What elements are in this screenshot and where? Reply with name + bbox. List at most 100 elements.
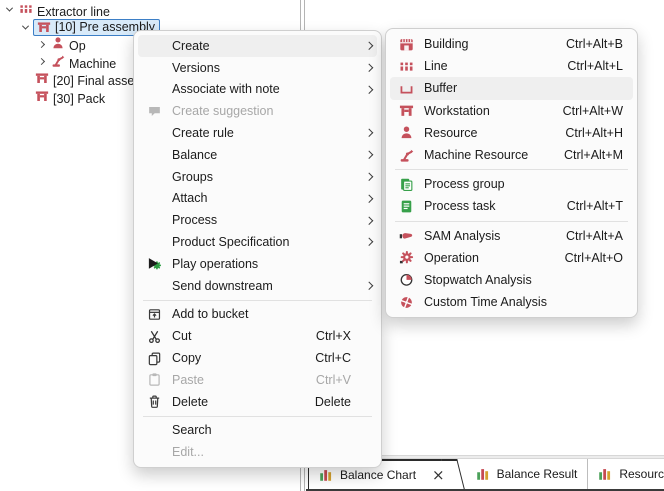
workstation-icon	[33, 70, 50, 86]
menu-item-label: SAM Analysis	[418, 229, 566, 243]
menu-item-label: Machine Resource	[418, 148, 564, 162]
menu-item-workstation[interactable]: WorkstationCtrl+Alt+W	[390, 100, 633, 122]
menu-item-label: Associate with note	[166, 82, 351, 96]
context-menu: Create Versions Associate with note Create …	[133, 30, 382, 468]
tree-item-label: [20] Final assem	[50, 74, 145, 88]
menu-item-process-group[interactable]: Process group	[390, 173, 633, 195]
chevron-right-icon[interactable]	[34, 42, 49, 47]
chevron-right-icon[interactable]	[34, 59, 49, 64]
suggestion-icon	[142, 104, 166, 119]
menu-item-cut[interactable]: CutCtrl+X	[138, 325, 377, 347]
menu-item-label: Play operations	[166, 257, 351, 271]
menu-item-label: Versions	[166, 61, 351, 75]
menu-item-operation[interactable]: OperationCtrl+Alt+O	[390, 247, 633, 269]
submenu-arrow-icon	[355, 43, 371, 49]
tab-label: Balance Chart	[340, 468, 416, 482]
menu-item-sam-analysis[interactable]: SAM AnalysisCtrl+Alt+A	[390, 225, 633, 247]
menu-item-shortcut: Ctrl+Alt+H	[565, 126, 627, 140]
menu-item-label: Building	[418, 37, 566, 51]
paste-icon	[142, 372, 166, 387]
close-icon[interactable]: ×	[430, 468, 447, 483]
menu-item-label: Resource	[418, 126, 565, 140]
menu-item-line[interactable]: LineCtrl+Alt+L	[390, 55, 633, 77]
tab-resource-assignmen[interactable]: Resource Assignmen	[588, 459, 664, 489]
menu-item-shortcut: Ctrl+Alt+O	[565, 251, 627, 265]
submenu-arrow-icon	[355, 196, 371, 202]
menu-item-shortcut: Ctrl+Alt+W	[563, 104, 627, 118]
menu-item-shortcut: Ctrl+C	[315, 351, 355, 365]
workstation-icon	[394, 103, 418, 118]
menu-item-label: Balance	[166, 148, 351, 162]
menu-item-resource[interactable]: ResourceCtrl+Alt+H	[390, 122, 633, 144]
menu-item-balance[interactable]: Balance	[138, 144, 377, 166]
menu-item-search[interactable]: Search	[138, 420, 377, 442]
menu-item-shortcut: Ctrl+Alt+A	[566, 229, 627, 243]
submenu-arrow-icon	[355, 152, 371, 158]
menu-item-label: Add to bucket	[166, 307, 351, 321]
menu-item-create-suggestion: Create suggestion	[138, 100, 377, 122]
process-group-icon	[394, 177, 418, 192]
menu-item-label: Search	[166, 423, 351, 437]
bucket-icon	[142, 307, 166, 322]
menu-item-label: Workstation	[418, 104, 563, 118]
menu-item-product-specification[interactable]: Product Specification	[138, 231, 377, 253]
menu-item-shortcut: Ctrl+Alt+B	[566, 37, 627, 51]
menu-item-label: Copy	[166, 351, 315, 365]
chevron-down-icon[interactable]	[2, 7, 17, 12]
menu-item-stopwatch-analysis[interactable]: Stopwatch Analysis	[390, 269, 633, 291]
menu-item-shortcut: Ctrl+Alt+M	[564, 148, 627, 162]
machine-icon	[394, 148, 418, 163]
menu-item-label: Buffer	[418, 81, 623, 95]
menu-item-groups[interactable]: Groups	[138, 166, 377, 188]
person-icon	[49, 35, 66, 51]
bar-chart-icon	[319, 468, 334, 483]
menu-item-add-to-bucket[interactable]: Add to bucket	[138, 304, 377, 326]
submenu-arrow-icon	[355, 239, 371, 245]
tab-balance-result[interactable]: Balance Result	[466, 459, 589, 489]
menu-item-versions[interactable]: Versions	[138, 57, 377, 79]
menu-item-shortcut: Delete	[315, 395, 355, 409]
chevron-down-icon[interactable]	[18, 25, 33, 30]
application-window: Extractor line[10] Pre assemblyOpMachine…	[0, 0, 664, 491]
delete-icon	[142, 394, 166, 409]
submenu-arrow-icon	[355, 174, 371, 180]
menu-item-label: Product Specification	[166, 235, 351, 249]
menu-separator	[395, 221, 628, 222]
menu-item-attach[interactable]: Attach	[138, 188, 377, 210]
tree-item-label: [30] Pack	[50, 92, 105, 106]
menu-item-associate-with-note[interactable]: Associate with note	[138, 79, 377, 101]
menu-item-machine-resource[interactable]: Machine ResourceCtrl+Alt+M	[390, 144, 633, 166]
sam-analysis-icon	[394, 228, 418, 243]
menu-item-shortcut: Ctrl+X	[316, 329, 355, 343]
menu-item-label: Edit...	[166, 445, 351, 459]
menu-item-shortcut: Ctrl+V	[316, 373, 355, 387]
menu-item-create[interactable]: Create	[138, 35, 377, 57]
tree-item-label: Op	[66, 39, 86, 53]
menu-item-delete[interactable]: DeleteDelete	[138, 391, 377, 413]
submenu-arrow-icon	[355, 283, 371, 289]
workstation-icon	[33, 88, 50, 104]
cut-icon	[142, 329, 166, 344]
menu-item-custom-time-analysis[interactable]: Custom Time Analysis	[390, 291, 633, 313]
menu-item-edit: Edit...	[138, 441, 377, 463]
menu-item-play-operations[interactable]: Play operations	[138, 253, 377, 275]
process-task-icon	[394, 199, 418, 214]
tab-label: Resource Assignmen	[619, 467, 664, 481]
tree-item-extractor-line[interactable]: Extractor line	[0, 1, 300, 18]
tab-label: Balance Result	[497, 467, 578, 481]
menu-item-process[interactable]: Process	[138, 209, 377, 231]
bar-chart-icon	[598, 467, 613, 482]
copy-icon	[142, 351, 166, 366]
menu-item-label: Create suggestion	[166, 104, 351, 118]
menu-item-shortcut: Ctrl+Alt+T	[567, 199, 627, 213]
menu-item-process-task[interactable]: Process taskCtrl+Alt+T	[390, 195, 633, 217]
bar-chart-icon	[476, 467, 491, 482]
menu-item-paste: PasteCtrl+V	[138, 369, 377, 391]
menu-item-buffer[interactable]: Buffer	[390, 77, 633, 99]
menu-item-label: Process group	[418, 177, 623, 191]
menu-item-send-downstream[interactable]: Send downstream	[138, 275, 377, 297]
menu-item-building[interactable]: BuildingCtrl+Alt+B	[390, 33, 633, 55]
menu-item-copy[interactable]: CopyCtrl+C	[138, 347, 377, 369]
menu-item-create-rule[interactable]: Create rule	[138, 122, 377, 144]
custom-time-icon	[394, 295, 418, 310]
